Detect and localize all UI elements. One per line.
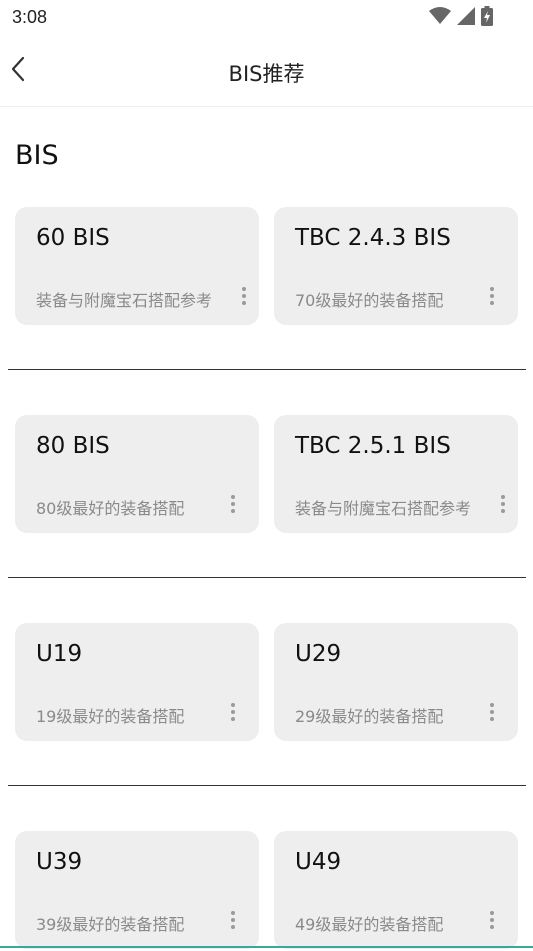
bis-card[interactable]: U39 39级最好的装备搭配 (15, 831, 259, 949)
more-options-icon[interactable] (224, 697, 242, 727)
card-subtitle: 19级最好的装备搭配 (36, 707, 185, 726)
card-subtitle: 29级最好的装备搭配 (295, 707, 444, 726)
card-subtitle: 80级最好的装备搭配 (36, 499, 185, 518)
more-options-icon[interactable] (494, 489, 512, 519)
divider (8, 785, 526, 786)
bis-card[interactable]: 60 BIS 装备与附魔宝石搭配参考 (15, 207, 259, 325)
more-options-icon[interactable] (483, 697, 501, 727)
card-subtitle: 39级最好的装备搭配 (36, 915, 185, 934)
cell-signal-icon (457, 7, 475, 29)
bis-card[interactable]: U19 19级最好的装备搭配 (15, 623, 259, 741)
card-title: U49 (295, 849, 342, 875)
card-title: TBC 2.5.1 BIS (295, 433, 451, 459)
divider (8, 369, 526, 370)
card-row: U19 19级最好的装备搭配 U29 29级最好的装备搭配 (0, 623, 533, 743)
card-title: U19 (36, 641, 83, 667)
more-options-icon[interactable] (224, 489, 242, 519)
card-row: 80 BIS 80级最好的装备搭配 TBC 2.5.1 BIS 装备与附魔宝石搭… (0, 415, 533, 535)
card-title: TBC 2.4.3 BIS (295, 225, 451, 251)
card-subtitle: 装备与附魔宝石搭配参考 (36, 291, 213, 310)
wifi-icon (429, 7, 451, 29)
card-row: U39 39级最好的装备搭配 U49 49级最好的装备搭配 (0, 831, 533, 951)
battery-charging-icon (481, 6, 493, 30)
divider (8, 577, 526, 578)
page-title: BIS推荐 (228, 62, 305, 86)
card-subtitle: 49级最好的装备搭配 (295, 915, 444, 934)
bis-card[interactable]: TBC 2.4.3 BIS 70级最好的装备搭配 (274, 207, 518, 325)
card-title: U39 (36, 849, 83, 875)
more-options-icon[interactable] (483, 905, 501, 935)
status-bar: 3:08 (0, 0, 533, 36)
status-time: 3:08 (12, 7, 48, 27)
bis-card[interactable]: 80 BIS 80级最好的装备搭配 (15, 415, 259, 533)
bis-card[interactable]: U29 29级最好的装备搭配 (274, 623, 518, 741)
card-title: U29 (295, 641, 342, 667)
more-options-icon[interactable] (235, 281, 253, 311)
app-bar: BIS推荐 (0, 36, 533, 107)
card-row: 60 BIS 装备与附魔宝石搭配参考 TBC 2.4.3 BIS 70级最好的装… (0, 207, 533, 327)
card-subtitle: 装备与附魔宝石搭配参考 (295, 499, 472, 518)
more-options-icon[interactable] (483, 281, 501, 311)
bis-card[interactable]: TBC 2.5.1 BIS 装备与附魔宝石搭配参考 (274, 415, 518, 533)
status-icons (429, 6, 493, 30)
card-title: 60 BIS (36, 225, 110, 251)
bis-card[interactable]: U49 49级最好的装备搭配 (274, 831, 518, 949)
section-title: BIS (15, 140, 59, 171)
card-title: 80 BIS (36, 433, 110, 459)
more-options-icon[interactable] (224, 905, 242, 935)
card-subtitle: 70级最好的装备搭配 (295, 291, 444, 310)
